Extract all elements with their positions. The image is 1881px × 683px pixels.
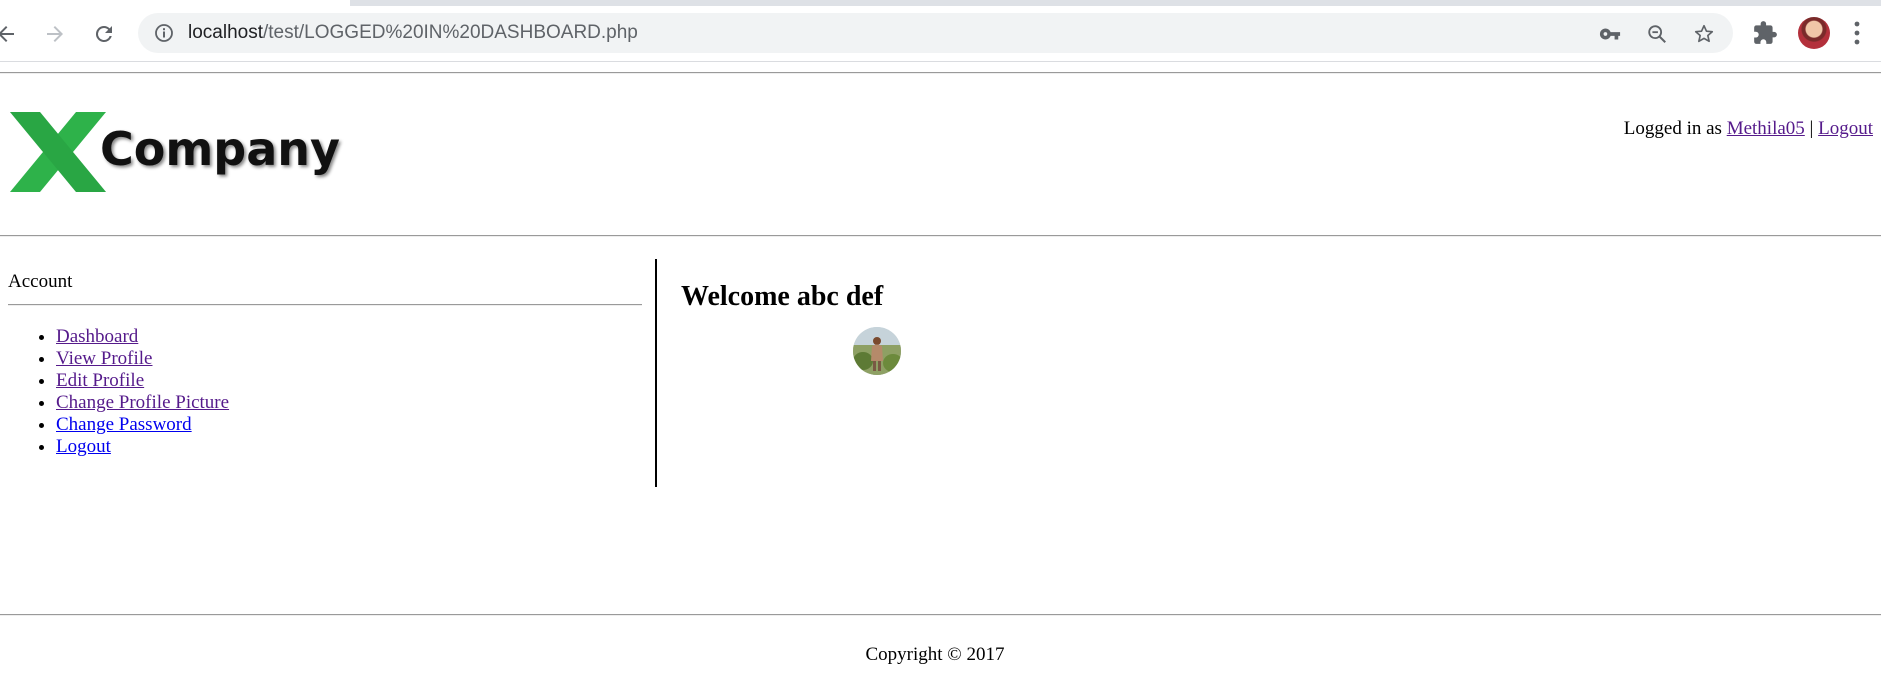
menu-item-change-picture: Change Profile Picture xyxy=(56,392,642,414)
reload-icon[interactable] xyxy=(88,18,120,50)
header-top-rule xyxy=(0,72,1881,74)
content-divider xyxy=(655,259,657,487)
sidebar-rule xyxy=(8,304,642,306)
username-link[interactable]: Methila05 xyxy=(1727,118,1805,139)
tab-strip-edge xyxy=(350,0,1881,6)
footer-rule xyxy=(0,614,1881,616)
welcome-heading: Welcome abc def xyxy=(681,281,884,312)
zoom-out-icon[interactable] xyxy=(1646,23,1668,45)
menu-item-view-profile: View Profile xyxy=(56,348,642,370)
sidebar-title: Account xyxy=(8,271,73,292)
info-icon[interactable] xyxy=(154,23,174,43)
change-password-link[interactable]: Change Password xyxy=(56,414,192,435)
menu-item-change-password: Change Password xyxy=(56,414,642,436)
url-text[interactable]: localhost/test/LOGGED%20IN%20DASHBOARD.p… xyxy=(188,22,638,44)
puzzle-icon[interactable] xyxy=(1752,20,1778,46)
view-profile-link[interactable]: View Profile xyxy=(56,348,152,369)
logo-text: Company xyxy=(100,122,340,176)
url-host: localhost xyxy=(188,22,263,43)
key-icon[interactable] xyxy=(1599,23,1621,45)
company-logo: Company xyxy=(10,110,340,194)
separator: | xyxy=(1809,118,1814,139)
account-menu: Dashboard View Profile Edit Profile Chan… xyxy=(8,326,642,458)
account-sidebar: Account Dashboard View Profile Edit Prof… xyxy=(8,270,642,458)
user-profile-picture xyxy=(853,327,901,375)
x-logo-icon xyxy=(10,112,106,192)
sidebar-logout-link[interactable]: Logout xyxy=(56,436,111,457)
browser-toolbar: localhost/test/LOGGED%20IN%20DASHBOARD.p… xyxy=(0,0,1881,62)
toolbar-divider xyxy=(0,61,1881,62)
header-logout-link[interactable]: Logout xyxy=(1818,118,1873,139)
login-status: Logged in as Methila05 | Logout xyxy=(1624,118,1873,140)
menu-item-dashboard: Dashboard xyxy=(56,326,642,348)
header-bottom-rule xyxy=(0,235,1881,237)
url-path: /test/LOGGED%20IN%20DASHBOARD.php xyxy=(263,22,638,43)
edit-profile-link[interactable]: Edit Profile xyxy=(56,370,144,391)
back-arrow-icon[interactable] xyxy=(0,18,22,50)
forward-arrow-icon[interactable] xyxy=(39,18,71,50)
browser-profile-avatar[interactable] xyxy=(1798,17,1830,49)
copyright-text: Copyright © 2017 xyxy=(865,644,1005,665)
address-bar[interactable]: localhost/test/LOGGED%20IN%20DASHBOARD.p… xyxy=(138,13,1733,53)
change-profile-picture-link[interactable]: Change Profile Picture xyxy=(56,392,229,413)
kebab-menu-icon[interactable] xyxy=(1852,20,1862,46)
star-icon[interactable] xyxy=(1693,23,1715,45)
menu-item-edit-profile: Edit Profile xyxy=(56,370,642,392)
logged-in-label: Logged in as xyxy=(1623,118,1722,139)
menu-item-logout: Logout xyxy=(56,436,642,458)
dashboard-link[interactable]: Dashboard xyxy=(56,326,138,347)
